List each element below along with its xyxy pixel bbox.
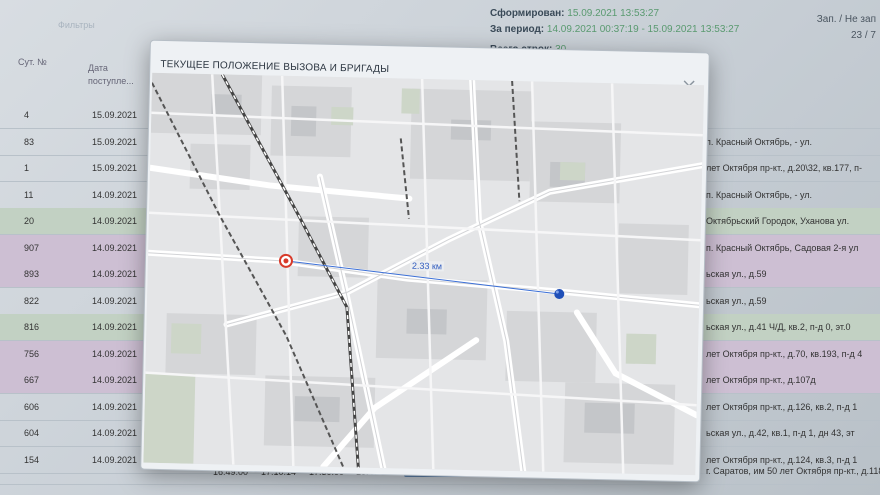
address-cell: ьская ул., д.41 Ч/Д, кв.2, п-д 0, эт.0 [706, 322, 851, 332]
modal-title: ТЕКУЩЕЕ ПОЛОЖЕНИЕ ВЫЗОВА И БРИГАДЫ [160, 58, 390, 76]
map-view[interactable]: 2.33 км [143, 72, 705, 476]
number-cell: 907 [24, 242, 40, 253]
address-cell: п. Красный Октябрь, - ул. [706, 189, 813, 200]
formed-label: Сформирован: [490, 8, 565, 19]
address-cell: ьская ул., д.59 [706, 269, 767, 279]
address-cell: п. Красный Октябрь, - ул. [706, 136, 813, 147]
recorded-value: 23 / 7 [850, 30, 876, 41]
number-cell: 606 [24, 401, 40, 412]
number-cell: 83 [24, 136, 35, 147]
number-cell: 816 [24, 322, 40, 332]
filter-link[interactable]: Фильтры [58, 20, 95, 30]
number-cell: 1 [24, 163, 30, 173]
col-header-number: Сут. № [18, 57, 47, 67]
address-cell: Октябрьский Городок, Уханова ул. [706, 216, 850, 226]
number-cell: 4 [24, 110, 30, 120]
recorded-label: Зап. / Не зап [816, 14, 876, 25]
location-modal: ТЕКУЩЕЕ ПОЛОЖЕНИЕ ВЫЗОВА И БРИГАДЫ 2.33 … [140, 39, 710, 483]
number-cell: 893 [24, 269, 40, 279]
recorded-summary: Зап. / Не зап 23 / 7 [812, 12, 876, 44]
distance-label: 2.33 км [409, 260, 445, 272]
address-cell: лет Октября пр-кт., д.20\32, кв.177, п- [706, 163, 862, 173]
address-cell: лет Октября пр-кт., д.126, кв.2, п-д 1 [706, 401, 858, 412]
number-cell: 20 [24, 216, 35, 226]
call-location-icon[interactable] [278, 253, 293, 268]
number-cell: 756 [24, 348, 40, 359]
address-cell: ьская ул., д.59 [706, 295, 767, 306]
col-header-date: Дата поступле... [88, 63, 134, 86]
address-cell: г. Саратов, им 50 лет Октября пр-кт., д.… [706, 466, 880, 476]
address-cell: лет Октября пр-кт., д.107д [706, 375, 816, 385]
address-cell: ьская ул., д.42, кв.1, п-д 1, дн 43, эт [706, 428, 855, 438]
number-cell: 604 [24, 428, 40, 438]
number-cell: 11 [24, 189, 34, 200]
number-cell: 667 [24, 375, 40, 385]
period-value: 14.09.2021 00:37:19 - 15.09.2021 13:53:2… [546, 24, 740, 35]
map-canvas[interactable] [143, 72, 705, 476]
address-cell: п. Красный Октябрь, Садовая 2-я ул [706, 242, 859, 253]
formed-value: 15.09.2021 13:53:27 [567, 8, 660, 19]
number-cell: 822 [24, 295, 40, 306]
address-cell: лет Октября пр-кт., д.70, кв.193, п-д 4 [706, 348, 863, 359]
period-label: За период: [490, 24, 545, 35]
